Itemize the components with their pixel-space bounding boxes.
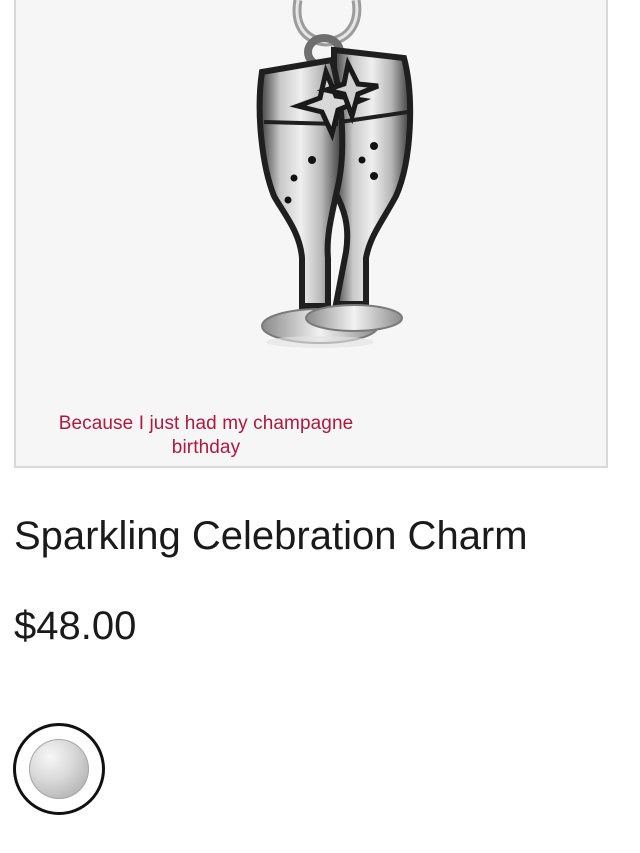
product-page: Because I just had my champagne birthday… (0, 0, 640, 853)
product-title: Sparkling Celebration Charm (14, 514, 528, 558)
product-image-caption: Because I just had my champagne birthday (58, 413, 354, 458)
silver-swatch-color (29, 739, 89, 799)
product-image-frame[interactable]: Because I just had my champagne birthday (14, 0, 608, 468)
silver-finish-swatch[interactable] (13, 723, 105, 815)
champagne-glasses-charm-icon (256, 0, 414, 348)
product-price: $48.00 (14, 604, 137, 648)
